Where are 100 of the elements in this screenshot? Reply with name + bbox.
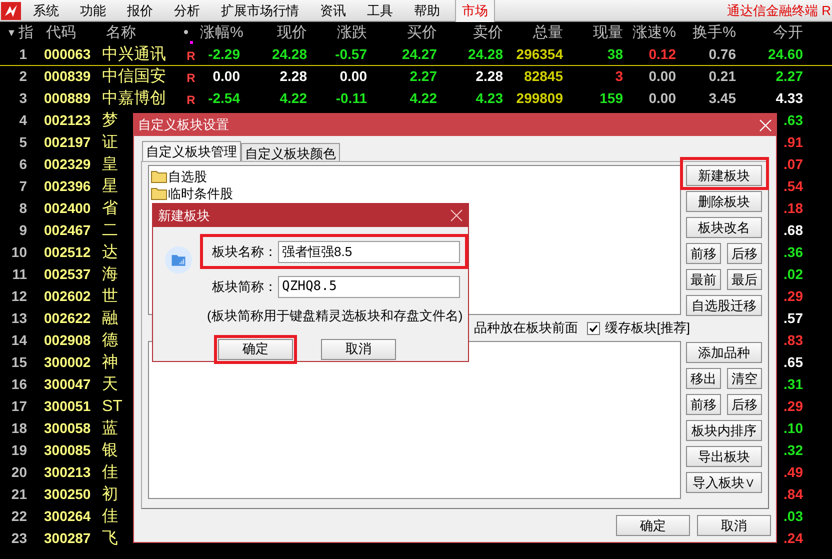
table-cell-text: 0.00 — [648, 67, 676, 86]
row-number: 8 — [18, 199, 28, 218]
stock-name: 星 — [102, 176, 118, 196]
checkbox-label[interactable]: 缓存板块[推荐] — [604, 318, 690, 338]
menu-item[interactable]: 扩展市场行情 — [215, 0, 305, 20]
menu-item[interactable]: 工具 — [361, 0, 399, 20]
table-cell-text: .91 — [784, 133, 803, 152]
row-number: 23 — [10, 529, 28, 548]
table-cell-text: 4.22 — [278, 89, 307, 108]
menu-item[interactable]: 系统 — [27, 0, 65, 20]
app-logo-icon[interactable] — [1, 2, 21, 20]
stock-name: 中嘉博创 — [102, 88, 166, 108]
dialog-tab[interactable]: 自定义板块管理 — [142, 141, 241, 161]
table-cell-text: 159 — [598, 89, 623, 108]
dialog-title: 新建板块 — [158, 206, 210, 225]
menu-item[interactable]: 分析 — [168, 0, 206, 20]
stock-name: 佳 — [102, 506, 118, 526]
table-cell-text: -0.57 — [334, 45, 367, 64]
table-cell-text: 0.76 — [708, 45, 736, 64]
row-number: 4 — [18, 111, 28, 130]
table-cell-text: .84 — [784, 485, 803, 504]
dialog-button[interactable]: 取消 — [321, 338, 396, 360]
dialog-button[interactable]: 确定 — [616, 515, 690, 536]
dialog-button[interactable]: 最前 — [686, 269, 721, 290]
dialog-button[interactable]: 板块改名 — [686, 217, 762, 238]
stock-name: 证 — [102, 132, 118, 152]
dialog-title: 自定义板块设置 — [138, 116, 229, 134]
table-row[interactable]: 1 000063 中兴通讯 R -2.29 24.28 -0.57 24.27 24.28 296354 38 0.12 0.76 24.60 — [0, 44, 832, 66]
column-header[interactable]: 现量 — [563, 22, 623, 44]
block-list-item[interactable]: 自选股 — [168, 166, 207, 186]
table-cell-text: 0.21 — [708, 67, 736, 86]
stock-code: 002622 — [43, 309, 92, 328]
input-field[interactable]: 强者恒强8.5 — [278, 240, 460, 262]
stock-name: 省 — [102, 198, 118, 218]
stock-code: 002400 — [43, 199, 92, 218]
stock-code: 300058 — [43, 419, 92, 438]
stock-code: 002537 — [43, 265, 92, 284]
dialog-button[interactable]: 确定 — [218, 338, 293, 360]
block-list-item[interactable]: 临时条件股 — [168, 184, 233, 204]
table-cell-text: .49 — [784, 463, 803, 482]
dialog-button[interactable]: 最后 — [727, 269, 762, 290]
column-header[interactable]: 今开 — [736, 22, 803, 44]
folder-icon — [151, 187, 167, 200]
column-header[interactable]: 买价 — [367, 22, 437, 44]
column-header[interactable]: 涨速% — [623, 22, 676, 44]
column-header[interactable]: 卖价 — [437, 22, 503, 44]
menu-item[interactable]: 功能 — [74, 0, 112, 20]
dialog-button[interactable]: 前移 — [686, 243, 721, 264]
field-label: 板块简称： — [212, 278, 278, 296]
column-header[interactable]: 指 — [18, 22, 34, 44]
dialog-button[interactable]: 导出板块 — [686, 446, 762, 467]
menu-item[interactable]: 帮助 — [408, 0, 446, 20]
stock-code: 002467 — [43, 221, 92, 240]
column-header[interactable]: 总量 — [503, 22, 563, 44]
row-number: 14 — [10, 331, 28, 350]
market-tab[interactable]: 市场 — [455, 0, 495, 22]
dialog-button[interactable]: 板块内排序 — [686, 420, 762, 441]
table-cell-text: 24.28 — [270, 45, 307, 64]
dialog-button[interactable]: 删除板块 — [686, 191, 762, 212]
checkbox[interactable] — [586, 322, 600, 334]
column-header[interactable]: 代码 — [40, 22, 102, 44]
dialog-button[interactable]: 添加品种 — [686, 342, 762, 363]
column-header[interactable]: 名称 — [102, 22, 172, 44]
dialog-button[interactable]: 取消 — [697, 515, 771, 536]
dialog-button[interactable]: 新建板块 — [686, 165, 762, 186]
dialog-button[interactable]: 清空 — [727, 368, 762, 389]
stock-code: 002329 — [43, 155, 92, 174]
dialog-button[interactable]: 自选股迁移 — [686, 295, 762, 316]
table-row[interactable]: 2 000839 中信国安 R 0.00 2.28 0.00 2.27 2.28 82845 3 0.00 0.21 2.27 — [0, 66, 832, 88]
dialog-button[interactable]: 后移 — [727, 394, 762, 415]
stock-name: 梦 — [102, 110, 118, 130]
dialog-tab[interactable]: 自定义板块颜色 — [241, 143, 340, 161]
column-header[interactable]: 涨跌 — [307, 22, 367, 44]
stock-code: 300051 — [43, 397, 92, 416]
table-cell-text: 3 — [614, 67, 623, 86]
table-cell-text: 2.28 — [474, 67, 503, 86]
stock-code: 000063 — [43, 45, 92, 64]
table-cell-text: 0.12 — [648, 45, 676, 64]
table-row[interactable]: 3 000889 中嘉博创 R -2.54 4.22 -0.11 4.22 4.23 299809 159 0.00 3.45 4.33 — [0, 88, 832, 110]
column-header[interactable]: 换手% — [676, 22, 736, 44]
input-field[interactable]: QZHQ8.5 — [278, 276, 460, 298]
stock-name: 中信国安 — [102, 66, 166, 86]
field-label: 板块名称： — [212, 242, 278, 261]
row-number: 9 — [18, 221, 28, 240]
table-cell-text: 299809 — [515, 89, 563, 108]
table-cell-text: 4.22 — [408, 89, 437, 108]
dialog-button[interactable]: 移出 — [686, 368, 721, 389]
dialog-button[interactable]: 后移 — [727, 243, 762, 264]
close-icon[interactable] — [450, 209, 463, 222]
dialog-button[interactable]: 前移 — [686, 394, 721, 415]
option-label[interactable]: 品种放在板块前面 — [474, 318, 578, 338]
sort-glyph[interactable]: ▼ — [6, 26, 16, 40]
row-number: 6 — [18, 155, 28, 174]
row-number: 18 — [10, 419, 28, 438]
column-header[interactable]: • — [172, 22, 200, 44]
menu-item[interactable]: 报价 — [121, 0, 159, 20]
stock-name: 融 — [102, 308, 118, 328]
menu-item[interactable]: 资讯 — [314, 0, 352, 20]
table-cell-text: 4.33 — [774, 89, 803, 108]
dialog-button[interactable]: 导入板块∨ — [686, 472, 762, 493]
